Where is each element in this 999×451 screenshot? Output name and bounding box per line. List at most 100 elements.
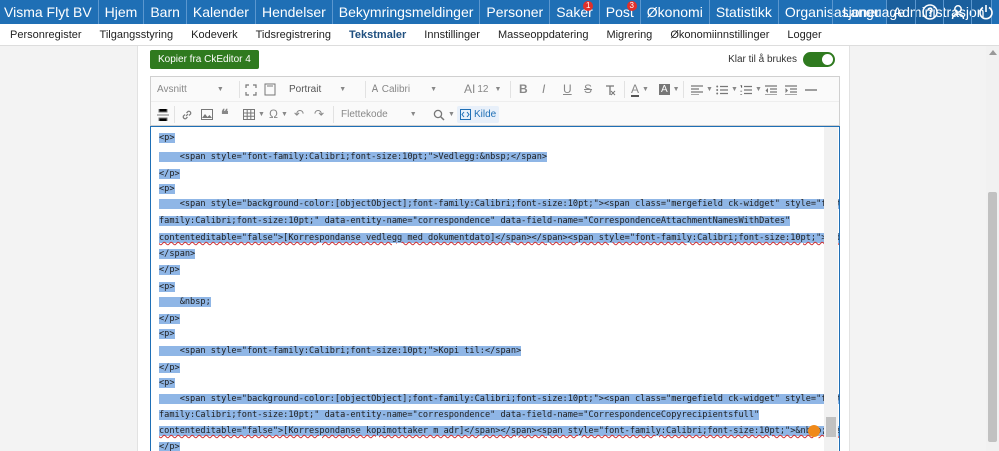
code-scrollbar-thumb[interactable] (826, 417, 836, 437)
chevron-down-icon: ▼ (672, 86, 680, 93)
nav-barn[interactable]: Barn (144, 0, 187, 24)
code-scrollbar[interactable] (824, 127, 838, 451)
italic-icon[interactable]: I (542, 81, 545, 98)
code-text: family:Calibri;font-size:10pt;" data-ent… (159, 410, 760, 420)
nav-saker[interactable]: Saker 1 (550, 0, 600, 24)
code-text: <span style="background-color:[objectObj… (159, 199, 839, 209)
code-line: <p> (159, 133, 175, 144)
subnav-tidsregistrering[interactable]: Tidsregistrering (247, 24, 340, 46)
font-color-icon[interactable]: A ▼ (631, 81, 649, 98)
outdent-icon[interactable] (765, 81, 777, 98)
paragraph-style-dropdown[interactable]: Avsnitt ▼ (157, 81, 224, 98)
chevron-down-icon: ▼ (755, 86, 762, 93)
toolbar-divider (510, 81, 511, 98)
subnav-tekstmaler[interactable]: Tekstmaler (340, 24, 415, 46)
editor-toolbar: Avsnitt ▼ Portrait ▼ Ꭺ Calibri ▼ AI 12 ▼ B I U… (150, 76, 840, 126)
font-family-dropdown[interactable]: Ꭺ Calibri ▼ (372, 81, 437, 98)
nav-personer[interactable]: Personer (480, 0, 551, 24)
redo-icon[interactable]: ↷ (314, 106, 324, 123)
power-icon[interactable] (971, 0, 999, 24)
nav-post[interactable]: Post 3 (600, 0, 641, 24)
nav-hendelser[interactable]: Hendelser (256, 0, 333, 24)
language-selector[interactable]: Language (831, 0, 915, 24)
subnav-kodeverk[interactable]: Kodeverk (182, 24, 246, 46)
code-text: </p> (159, 314, 180, 324)
template-editor-panel: Kopier fra CkEditor 4 Klar til å brukes … (137, 46, 850, 451)
code-line: </p> (159, 363, 180, 374)
toolbar-divider (365, 81, 366, 98)
code-line: contenteditable="false">[Korrespondanse … (159, 233, 839, 244)
code-text: &nbsp; (159, 297, 211, 307)
subnav-masseoppdatering[interactable]: Masseoppdatering (489, 24, 598, 46)
copy-from-ckeditor4-button[interactable]: Kopier fra CkEditor 4 (150, 50, 259, 69)
code-text: <p> (159, 329, 175, 339)
ready-toggle[interactable] (803, 52, 835, 67)
page-scrollbar[interactable] (986, 46, 999, 451)
nav-label: Økonomi (646, 4, 703, 20)
subnav-innstillinger[interactable]: Innstillinger (415, 24, 489, 46)
strikethrough-icon[interactable]: S (584, 81, 592, 98)
toolbar-divider (333, 106, 334, 123)
orientation-dropdown[interactable]: Portrait ▼ (289, 81, 346, 98)
horizontal-line-icon[interactable] (805, 81, 817, 98)
bold-icon[interactable]: B (519, 81, 528, 98)
ready-label: Klar til å brukes (728, 54, 797, 65)
scroll-up-arrow-icon[interactable] (989, 50, 997, 55)
chevron-down-icon: ▼ (430, 86, 438, 93)
undo-icon[interactable]: ↶ (294, 106, 304, 123)
subnav-okonomiinnstillinger[interactable]: Økonomiinnstillinger (661, 24, 778, 46)
help-icon[interactable] (915, 0, 943, 24)
org-name[interactable]: Visma Flyt BV (0, 0, 99, 24)
nav-kalender[interactable]: Kalender (187, 0, 256, 24)
image-icon[interactable] (201, 106, 213, 123)
code-line: <p> (159, 378, 175, 389)
code-line: &nbsp; (159, 297, 211, 308)
special-characters-icon[interactable]: Ω ▼ (269, 106, 288, 123)
user-icon[interactable] (943, 0, 971, 24)
fullscreen-icon[interactable] (245, 81, 257, 98)
chevron-down-icon: ▼ (409, 111, 417, 118)
nav-label: Personer (486, 4, 544, 20)
collaborator-avatar-icon (808, 425, 820, 437)
numbered-list-icon[interactable]: ▼ (740, 81, 762, 98)
table-icon[interactable]: ▼ (243, 106, 265, 123)
clear-formatting-icon[interactable] (604, 81, 616, 98)
nav-bekymringsmeldinger[interactable]: Bekymringsmeldinger (333, 0, 481, 24)
toolbar-divider (683, 81, 684, 98)
bulleted-list-icon[interactable]: ▼ (716, 81, 738, 98)
source-button[interactable]: Kilde (457, 106, 500, 123)
toolbar-row-2: ❝ ▼ Ω ▼ ↶ ↷ Flettekode ▼ ▼ Kilde (151, 102, 839, 127)
mergefield-dropdown[interactable]: Flettekode ▼ (341, 106, 417, 123)
nav-hjem[interactable]: Hjem (99, 0, 145, 24)
subnav-personregister[interactable]: Personregister (0, 24, 91, 46)
chevron-down-icon: ▼ (339, 86, 347, 93)
underline-icon[interactable]: U (563, 81, 572, 98)
font-size-dropdown[interactable]: AI 12 ▼ (464, 81, 501, 98)
code-line: family:Calibri;font-size:10pt;" data-ent… (159, 216, 791, 227)
code-line: </p> (159, 169, 180, 180)
toolbar-divider (174, 106, 175, 123)
page-break-icon[interactable] (157, 106, 169, 123)
blockquote-icon[interactable]: ❝ (221, 106, 229, 123)
find-replace-icon[interactable]: ▼ (433, 106, 455, 123)
source-code-editor[interactable]: <p> <span style="font-family:Calibri;fon… (150, 126, 840, 451)
nav-statistikk[interactable]: Statistikk (710, 0, 779, 24)
nav-okonomi[interactable]: Økonomi (641, 0, 710, 24)
source-label: Kilde (474, 109, 497, 120)
code-line: <p> (159, 184, 175, 195)
notification-badge: 3 (626, 1, 637, 11)
link-icon[interactable] (181, 106, 193, 123)
code-text: <span style="font-family:Calibri;font-si… (159, 346, 522, 356)
page-scrollbar-thumb[interactable] (988, 192, 997, 442)
indent-icon[interactable] (785, 81, 797, 98)
mergefield-value: Flettekode (341, 109, 388, 120)
subnav-logger[interactable]: Logger (778, 24, 830, 46)
align-icon[interactable]: ▼ (691, 81, 713, 98)
subnav-tilgangsstyring[interactable]: Tilgangsstyring (91, 24, 183, 46)
code-text: contenteditable="false">[Korrespondanse … (159, 426, 839, 436)
background-color-icon[interactable]: A ▼ (659, 81, 680, 98)
font-color-glyph: A (631, 81, 640, 97)
page-setup-icon[interactable] (264, 81, 276, 98)
subnav-migrering[interactable]: Migrering (597, 24, 661, 46)
background-color-glyph: A (659, 84, 670, 95)
